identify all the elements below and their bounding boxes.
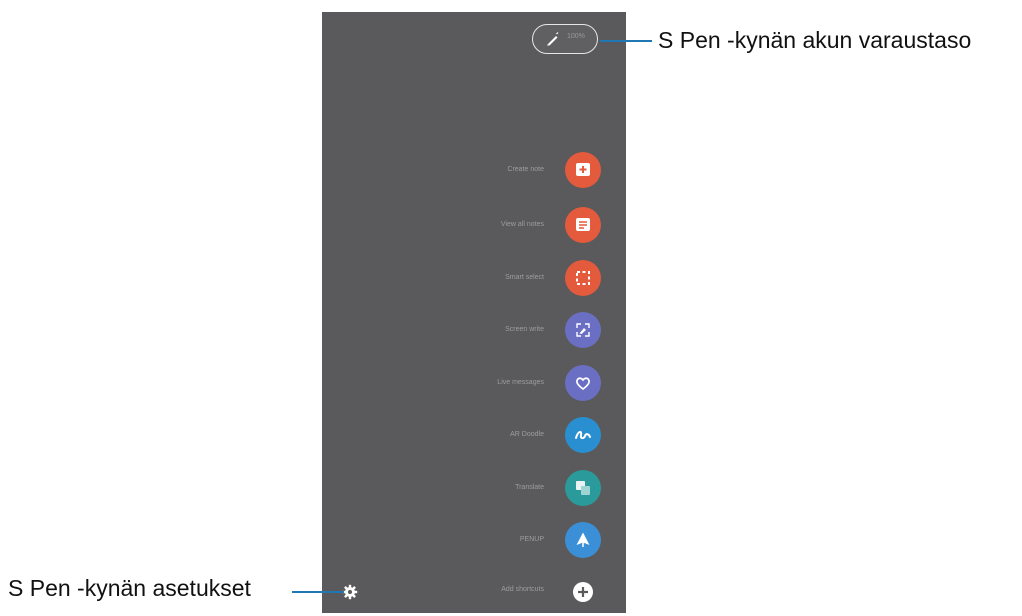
settings-callout-label: S Pen -kynän asetukset	[8, 575, 251, 601]
menu-item-label: Live messages	[497, 379, 544, 386]
menu-item-label: Screen write	[505, 326, 544, 333]
translate-icon[interactable]	[565, 470, 601, 506]
pen-icon	[547, 32, 559, 46]
battery-callout-label: S Pen -kynän akun varaustaso	[658, 27, 972, 53]
heart-icon[interactable]	[565, 365, 601, 401]
penup-icon[interactable]	[565, 522, 601, 558]
menu-item-create-note[interactable]: Create note	[322, 152, 626, 192]
menu-item-penup[interactable]: PENUP	[322, 522, 626, 562]
air-command-panel: 100% Create note View all notes Smart se…	[322, 12, 626, 613]
settings-callout-line	[292, 591, 344, 593]
add-shortcuts-label: Add shortcuts	[501, 586, 544, 593]
menu-item-ar-doodle[interactable]: AR Doodle	[322, 417, 626, 457]
menu-item-translate[interactable]: Translate	[322, 470, 626, 510]
notes-list-icon[interactable]	[565, 207, 601, 243]
menu-item-smart-select[interactable]: Smart select	[322, 260, 626, 300]
add-shortcuts-row[interactable]: Add shortcuts	[322, 576, 626, 616]
s-pen-battery-indicator: 100%	[532, 24, 598, 54]
add-icon[interactable]	[573, 582, 593, 602]
menu-item-view-all-notes[interactable]: View all notes	[322, 207, 626, 247]
menu-item-label: Create note	[507, 166, 544, 173]
battery-percent: 100%	[567, 33, 585, 40]
menu-item-screen-write[interactable]: Screen write	[322, 312, 626, 352]
gear-icon[interactable]	[342, 584, 358, 600]
menu-item-label: PENUP	[519, 536, 544, 543]
doodle-icon[interactable]	[565, 417, 601, 453]
menu-item-label: View all notes	[500, 221, 544, 228]
menu-item-label: Translate	[515, 484, 544, 491]
menu-item-label: AR Doodle	[510, 431, 544, 438]
menu-item-live-messages[interactable]: Live messages	[322, 365, 626, 405]
battery-callout-line	[600, 40, 652, 42]
screen-write-icon[interactable]	[565, 312, 601, 348]
menu-item-label: Smart select	[505, 274, 544, 281]
note-plus-icon[interactable]	[565, 152, 601, 188]
smart-select-icon[interactable]	[565, 260, 601, 296]
